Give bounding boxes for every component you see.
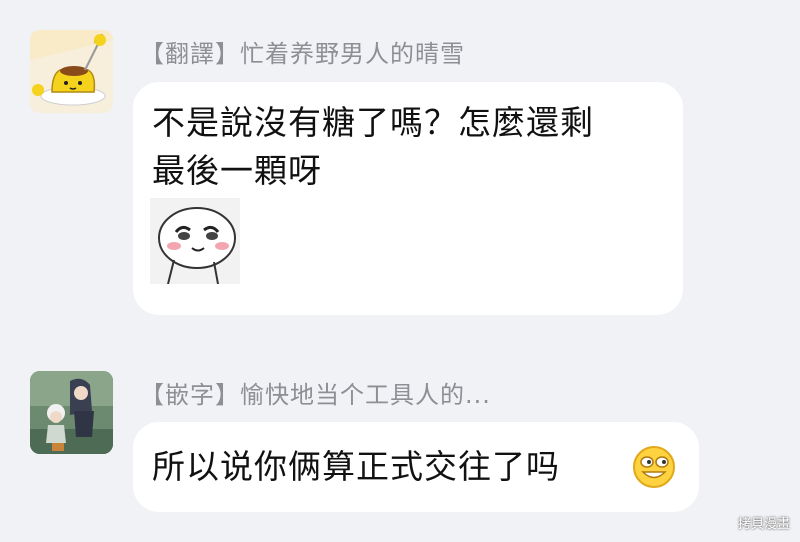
blushing-face-sticker (150, 198, 240, 284)
sender-name: 【嵌字】愉快地当个工具人的... (140, 381, 491, 409)
message-line-1: 所以说你俩算正式交往了吗 (152, 447, 560, 486)
grinning-face-emoji (633, 446, 675, 488)
anime-characters-avatar-image (30, 371, 113, 454)
pudding-avatar[interactable] (30, 30, 113, 113)
message-line-1: 不是說沒有糖了嗎？怎麼還剩 (152, 103, 594, 142)
message-line-2: 最後一顆呀 (152, 151, 322, 190)
watermark-text: 拷貝漫畫 (737, 517, 790, 532)
pudding-avatar-image (30, 30, 113, 113)
sender-name: 【翻譯】忙着养野男人的晴雪 (140, 40, 465, 68)
anime-characters-avatar[interactable] (30, 371, 113, 454)
